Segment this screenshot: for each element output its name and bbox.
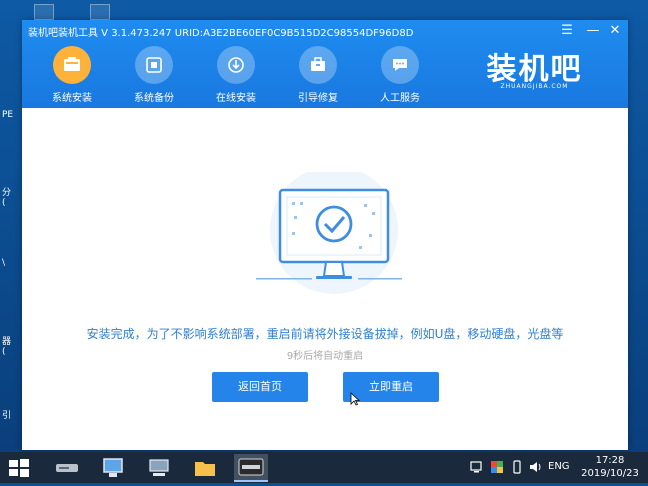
taskbar: ENG 17:28 2019/10/23 (0, 452, 648, 483)
taskbar-folder-icon[interactable] (188, 454, 222, 482)
clock-date[interactable]: 2019/10/23 (578, 468, 642, 479)
color-tray-icon[interactable] (490, 460, 504, 474)
nav-online-install[interactable]: 在线安装 (201, 46, 271, 106)
window-title: 装机吧装机工具 V 3.1.473.247 URID:A3E2BE60EF0C9… (28, 28, 414, 39)
title-bar: 装机吧装机工具 V 3.1.473.247 URID:A3E2BE60EF0C9… (22, 20, 628, 108)
system-install-icon (64, 57, 80, 71)
desktop-label: 引 (2, 411, 12, 421)
desktop-label: 器 (2, 337, 12, 347)
nav-label: 在线安装 (216, 93, 256, 104)
volume-icon[interactable] (528, 460, 542, 474)
app-window: 装机吧装机工具 V 3.1.473.247 URID:A3E2BE60EF0C9… (22, 20, 628, 450)
desktop-label: \ (2, 258, 6, 268)
taskbar-computer-icon[interactable] (96, 454, 130, 482)
network-tray-icon[interactable] (470, 460, 484, 474)
windows-start-icon[interactable] (8, 458, 30, 478)
boot-repair-icon (311, 57, 325, 71)
online-install-icon (228, 57, 244, 73)
clock-time[interactable]: 17:28 (578, 455, 642, 466)
desktop-label: 分 (2, 188, 12, 198)
logo-subtext: ZHUANGJIBA.COM (500, 83, 569, 90)
brand-logo: 装机吧 ZHUANGJIBA.COM (472, 44, 597, 96)
nav-chat-service[interactable]: 人工服务 (365, 46, 435, 106)
taskbar-network-icon[interactable] (142, 454, 176, 482)
close-button[interactable]: ✕ (606, 22, 624, 40)
restart-countdown: 9秒后将自动重启 (286, 351, 364, 362)
nav-label: 人工服务 (380, 93, 420, 104)
taskbar-drive-icon[interactable] (50, 454, 84, 482)
back-home-button[interactable]: 返回首页 (212, 372, 308, 402)
mouse-cursor-icon (350, 392, 360, 406)
system-backup-icon (146, 57, 162, 73)
install-complete-illustration (256, 172, 402, 294)
nav-label: 系统安装 (52, 93, 92, 104)
input-language[interactable]: ENG (548, 461, 570, 472)
logo-text: 装机吧 (486, 52, 583, 87)
nav-system-install[interactable]: 系统安装 (37, 46, 107, 106)
taskbar-zhuangjiba-app[interactable] (234, 454, 268, 482)
menu-icon[interactable]: ☰ (558, 22, 576, 40)
nav-system-backup[interactable]: 系统备份 (119, 46, 189, 106)
status-message: 安装完成，为了不影响系统部署，重启前请将外接设备拔掉，例如U盘，移动硬盘，光盘等 (86, 327, 564, 341)
nav-boot-repair[interactable]: 引导修复 (283, 46, 353, 106)
desktop-label: ( (2, 198, 6, 208)
minimize-button[interactable]: — (584, 22, 602, 40)
desktop-label: ( (2, 347, 6, 357)
chat-service-icon (393, 59, 407, 71)
nav-label: 引导修复 (298, 93, 338, 104)
desktop-icon[interactable] (34, 4, 54, 20)
nav-label: 系统备份 (134, 93, 174, 104)
desktop-icon[interactable] (90, 4, 110, 20)
desktop-label: PE (2, 110, 14, 120)
usb-tray-icon[interactable] (510, 460, 524, 474)
